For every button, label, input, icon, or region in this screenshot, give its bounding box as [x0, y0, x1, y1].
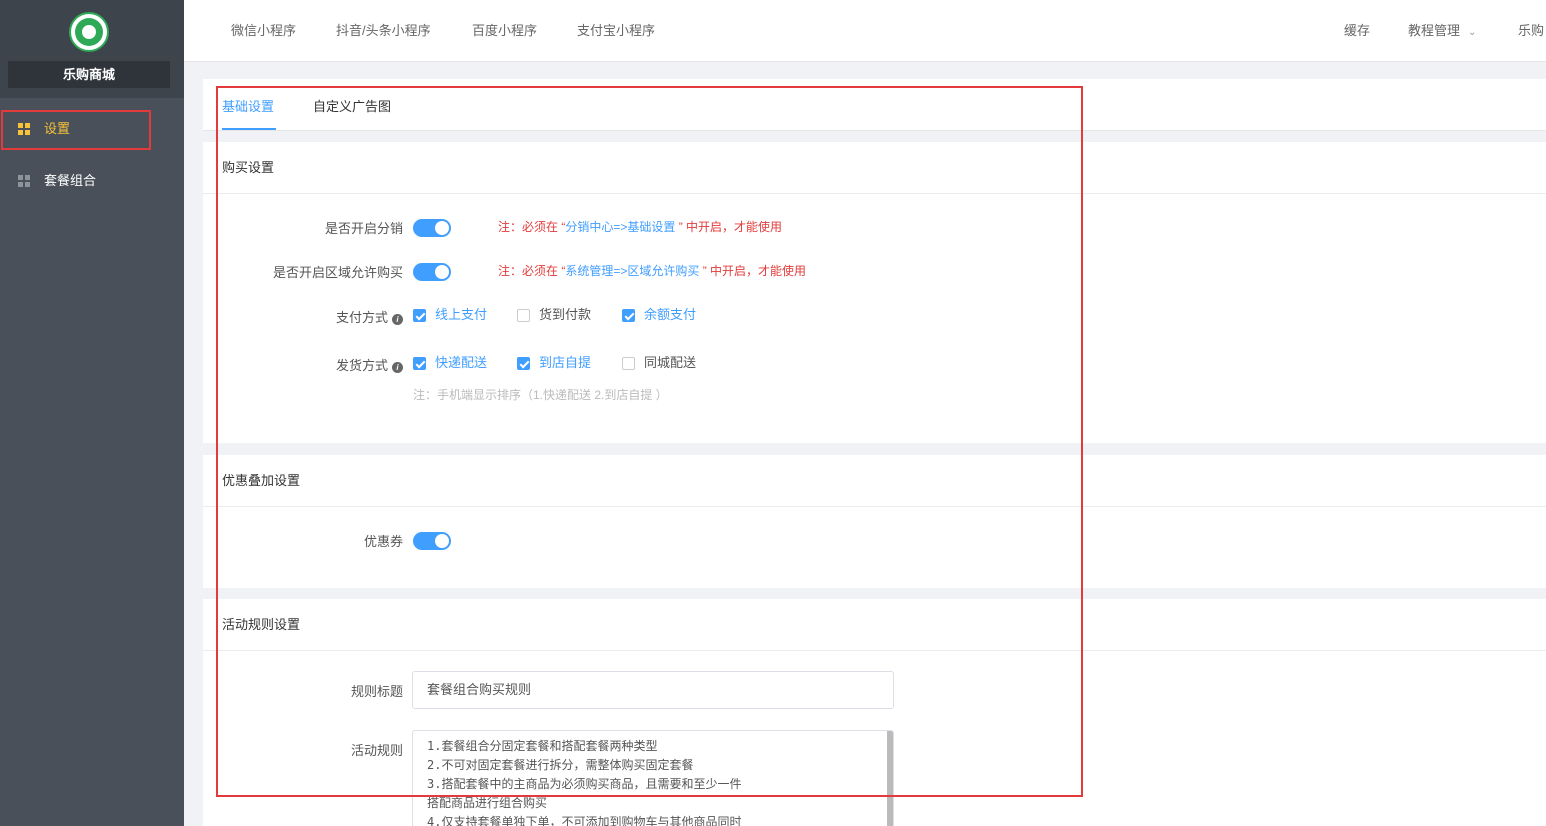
section-title: 活动规则设置: [203, 599, 1546, 651]
payment-label: 支付方式 i: [203, 307, 403, 326]
tab-basic-settings[interactable]: 基础设置: [222, 96, 274, 115]
rule-line: 4.仅支持套餐单独下单，不可添加到购物车与其他商品同时: [427, 815, 742, 826]
checkbox-icon: [413, 309, 426, 322]
note-prefix: 注：必须在 “: [498, 264, 566, 278]
note-link[interactable]: 分销中心=>基础设置: [565, 220, 675, 234]
section-title: 优惠叠加设置: [203, 455, 1546, 507]
distribution-switch[interactable]: [413, 219, 451, 237]
tab-wechat-miniprogram[interactable]: 微信小程序: [231, 0, 296, 62]
checkbox-label: 线上支付: [435, 307, 488, 322]
payment-label-text: 支付方式: [335, 310, 388, 325]
brand-area: 乐购商城: [0, 0, 184, 98]
note-prefix: 注：必须在 “: [498, 220, 566, 234]
distribution-note: 注：必须在 “分销中心=>基础设置 ” 中开启，才能使用: [498, 218, 782, 235]
rule-title-label: 规则标题: [350, 684, 403, 699]
checkbox-icon: [517, 357, 530, 370]
rule-line: 1.套餐组合分固定套餐和搭配套餐两种类型: [427, 739, 658, 753]
checkbox-icon: [517, 309, 530, 322]
delivery-pickup-checkbox[interactable]: 到店自提: [517, 355, 591, 371]
checkbox-icon: [413, 357, 426, 370]
textarea-scrollbar[interactable]: [887, 731, 893, 826]
checkbox-icon: [622, 357, 635, 370]
checkbox-label: 到店自提: [539, 355, 592, 370]
tab-baidu-miniprogram[interactable]: 百度小程序: [472, 0, 537, 62]
store-name: 乐购商城: [8, 61, 170, 88]
cache-link[interactable]: 缓存: [1344, 0, 1370, 62]
tab-douyin-miniprogram[interactable]: 抖音/头条小程序: [336, 0, 431, 62]
delivery-label-text: 发货方式: [335, 358, 388, 373]
payment-online-checkbox[interactable]: 线上支付: [413, 307, 487, 323]
tab-alipay-miniprogram[interactable]: 支付宝小程序: [577, 0, 655, 62]
rule-title-input[interactable]: 套餐组合购买规则: [412, 671, 894, 709]
discount-settings-panel: 优惠叠加设置 优惠券: [203, 455, 1546, 588]
note-suffix: ” 中开启，才能使用: [699, 264, 807, 278]
tutorial-menu-label: 教程管理: [1408, 23, 1461, 38]
checkbox-label: 余额支付: [644, 307, 697, 322]
note-suffix: ” 中开启，才能使用: [675, 220, 783, 234]
region-note: 注：必须在 “系统管理=>区域允许购买 ” 中开启，才能使用: [498, 262, 806, 279]
tutorial-menu[interactable]: 教程管理 ⌄: [1408, 0, 1476, 62]
rules-settings-panel: 活动规则设置 规则标题 套餐组合购买规则 活动规则 1.套餐组合分固定套餐和搭配…: [203, 599, 1546, 826]
delivery-express-checkbox[interactable]: 快递配送: [413, 355, 487, 371]
note-link[interactable]: 系统管理=>区域允许购买: [565, 264, 699, 278]
rule-content-label: 活动规则: [350, 743, 403, 758]
checkbox-label: 快递配送: [435, 355, 488, 370]
grid-icon: [18, 175, 30, 187]
info-icon[interactable]: i: [392, 314, 403, 325]
checkbox-icon: [622, 309, 635, 322]
region-label: 是否开启区域允许购买: [272, 265, 403, 280]
active-tab-indicator: [222, 128, 276, 130]
sidebar-highlight-frame: [1, 110, 151, 150]
store-logo: [69, 12, 109, 52]
rule-line: 2.不可对固定套餐进行拆分，需整体购买固定套餐: [427, 758, 694, 772]
delivery-local-checkbox[interactable]: 同城配送: [622, 355, 696, 371]
payment-balance-checkbox[interactable]: 余额支付: [622, 307, 696, 323]
sidebar-item-label: 套餐组合: [44, 173, 97, 188]
info-icon[interactable]: i: [392, 362, 403, 373]
rule-line: 搭配商品进行组合购买: [427, 796, 548, 810]
sidebar-item-package-combo[interactable]: 套餐组合: [0, 161, 184, 201]
top-bar: 微信小程序 抖音/头条小程序 百度小程序 支付宝小程序 缓存 教程管理 ⌄ 乐购: [184, 0, 1546, 62]
delivery-label: 发货方式 i: [203, 355, 403, 374]
content-tabs: 基础设置 自定义广告图: [203, 79, 1546, 131]
section-title: 购买设置: [203, 142, 1546, 194]
tab-custom-ad-image[interactable]: 自定义广告图: [313, 96, 391, 115]
region-switch[interactable]: [413, 263, 451, 281]
rule-line: 3.搭配套餐中的主商品为必须购买商品，且需要和至少一件: [427, 777, 742, 791]
checkbox-label: 同城配送: [644, 355, 697, 370]
purchase-settings-panel: 购买设置 是否开启分销 注：必须在 “分销中心=>基础设置 ” 中开启，才能使用…: [203, 142, 1546, 443]
coupon-label: 优惠券: [363, 534, 403, 549]
coupon-switch[interactable]: [413, 532, 451, 550]
chevron-down-icon: ⌄: [1468, 27, 1477, 38]
delivery-hint: 注：手机端显示排序（1.快递配送 2.到店自提 ）: [413, 388, 668, 402]
payment-cod-checkbox[interactable]: 货到付款: [517, 307, 591, 323]
user-menu[interactable]: 乐购: [1518, 0, 1544, 62]
distribution-label: 是否开启分销: [324, 221, 403, 236]
rule-content-textarea[interactable]: 1.套餐组合分固定套餐和搭配套餐两种类型 2.不可对固定套餐进行拆分，需整体购买…: [412, 730, 894, 826]
checkbox-label: 货到付款: [539, 307, 592, 322]
